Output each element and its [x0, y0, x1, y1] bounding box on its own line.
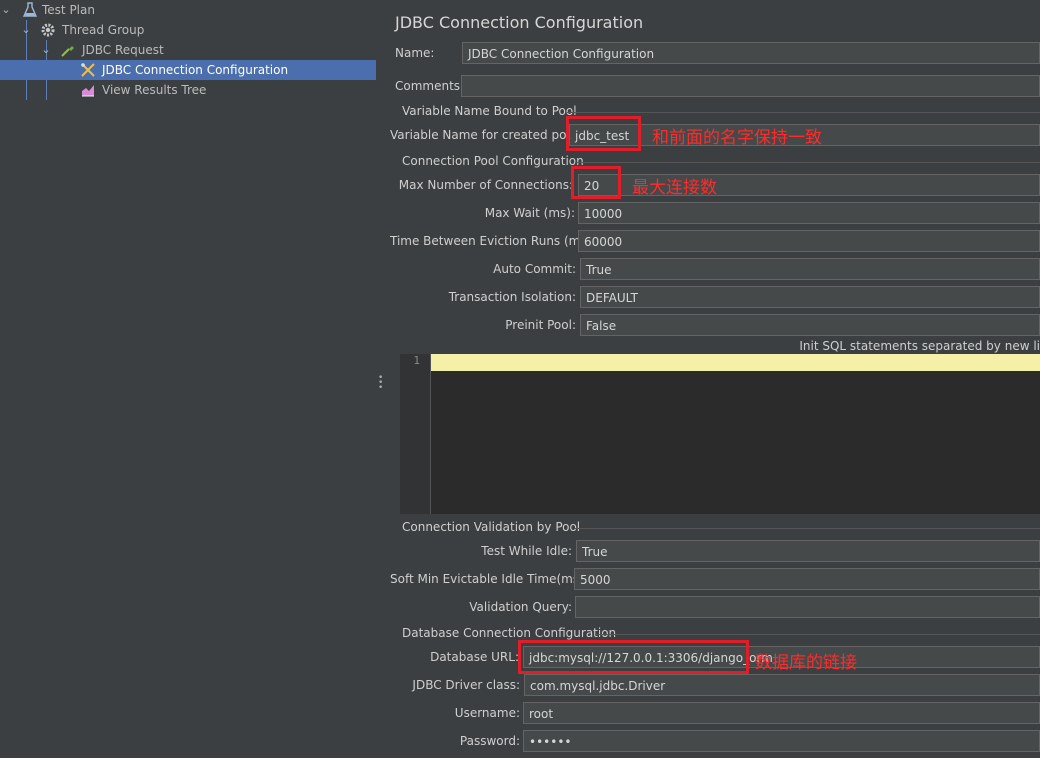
group-divider	[575, 162, 1040, 163]
tools-icon	[81, 63, 95, 77]
soft-min-idle-input[interactable]: 5000	[574, 568, 1040, 590]
annotation-box	[566, 116, 641, 151]
line-number: 1	[413, 354, 420, 367]
comments-label: Comments:	[395, 79, 465, 93]
test-while-idle-select[interactable]: True	[576, 540, 1040, 562]
group-title-validation: Connection Validation by Pool	[402, 520, 581, 534]
annotation-note: 最大连接数	[632, 178, 717, 198]
tree-item-test-plan[interactable]: ⌄ Test Plan	[0, 0, 376, 20]
tree-item-view-results-tree[interactable]: View Results Tree	[0, 80, 376, 100]
init-sql-editor[interactable]: 1	[400, 354, 1040, 514]
password-label: Password:	[459, 734, 520, 748]
drag-handle-icon[interactable]: • • •	[378, 374, 383, 393]
preinit-pool-select[interactable]: False	[580, 314, 1040, 336]
group-title-connection-pool: Connection Pool Configuration	[402, 154, 584, 168]
tree-item-jdbc-connection-configuration[interactable]: JDBC Connection Configuration	[0, 60, 376, 80]
gear-icon	[41, 23, 55, 37]
eviction-runs-label: Time Between Eviction Runs (ms):	[390, 234, 596, 248]
jdbc-driver-select[interactable]: com.mysql.jdbc.Driver	[524, 674, 1040, 696]
test-plan-tree: ⌄ Test Plan ⌄ Thread Group ⌄ JDBC Reques…	[0, 0, 376, 758]
flask-icon	[22, 2, 38, 17]
init-sql-hint: Init SQL statements separated by new li	[799, 339, 1040, 353]
validation-query-input[interactable]	[575, 596, 1040, 618]
annotation-box	[518, 640, 749, 674]
name-label: Name:	[395, 46, 435, 60]
tree-item-label: View Results Tree	[102, 83, 207, 97]
group-divider	[575, 528, 1040, 529]
password-input[interactable]: ••••••	[523, 730, 1040, 752]
eviction-runs-input[interactable]: 60000	[578, 230, 1040, 252]
tree-item-label: JDBC Request	[82, 43, 164, 57]
transaction-isolation-label: Transaction Isolation:	[448, 290, 576, 304]
annotation-note: 数据库的链接	[755, 653, 857, 673]
annotation-box	[571, 166, 621, 199]
test-while-idle-label: Test While Idle:	[481, 544, 572, 558]
tree-item-jdbc-request[interactable]: ⌄ JDBC Request	[0, 40, 376, 60]
chart-icon	[82, 85, 94, 97]
chevron-down-icon[interactable]: ⌄	[0, 0, 12, 20]
jdbc-driver-label: JDBC Driver class:	[412, 678, 520, 692]
chevron-down-icon[interactable]: ⌄	[40, 40, 52, 60]
username-label: Username:	[454, 706, 520, 720]
annotation-note: 和前面的名字保持一致	[652, 128, 822, 148]
page-title: JDBC Connection Configuration	[395, 13, 644, 32]
current-line-highlight	[431, 354, 1040, 371]
max-wait-label: Max Wait (ms):	[484, 206, 575, 220]
max-connections-label: Max Number of Connections:	[398, 178, 573, 192]
validation-query-label: Validation Query:	[469, 600, 572, 614]
comments-input[interactable]	[461, 75, 1040, 97]
chevron-down-icon[interactable]: ⌄	[20, 20, 32, 40]
tree-item-label: Test Plan	[42, 3, 95, 17]
transaction-isolation-select[interactable]: DEFAULT	[580, 286, 1040, 308]
max-wait-input[interactable]: 10000	[578, 202, 1040, 224]
name-input[interactable]: JDBC Connection Configuration	[462, 42, 1040, 64]
username-input[interactable]: root	[523, 702, 1040, 724]
auto-commit-select[interactable]: True	[580, 258, 1040, 280]
line-number-gutter: 1	[400, 354, 431, 514]
tree-item-thread-group[interactable]: ⌄ Thread Group	[0, 20, 376, 40]
tree-item-label: JDBC Connection Configuration	[102, 63, 289, 77]
group-divider	[567, 112, 1040, 113]
pipette-icon	[61, 46, 74, 57]
database-url-label: Database URL:	[430, 650, 519, 664]
preinit-pool-label: Preinit Pool:	[505, 318, 576, 332]
auto-commit-label: Auto Commit:	[493, 262, 576, 276]
tree-item-label: Thread Group	[62, 23, 145, 37]
var-name-label: Variable Name for created pool:	[390, 128, 582, 142]
group-title-pool: Variable Name Bound to Pool	[402, 104, 577, 118]
group-divider	[595, 634, 1040, 635]
soft-min-idle-label: Soft Min Evictable Idle Time(ms):	[390, 572, 588, 586]
